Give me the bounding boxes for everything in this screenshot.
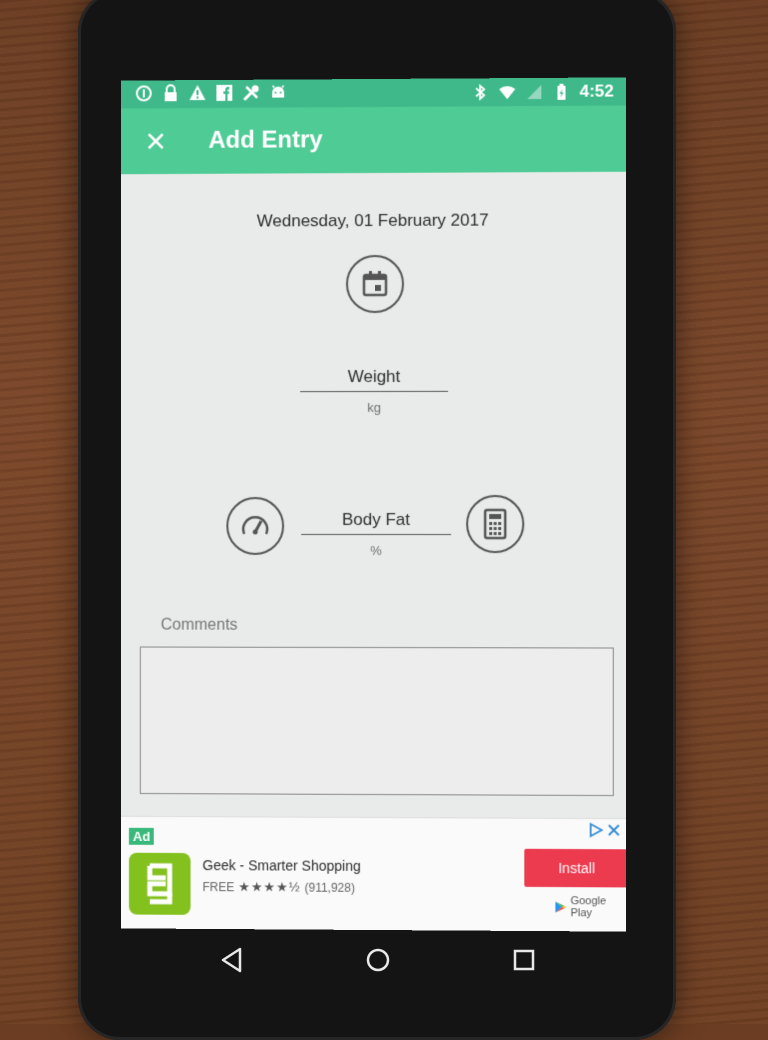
tools-icon xyxy=(243,85,260,102)
ad-controls xyxy=(588,822,622,838)
weight-field[interactable]: Weight kg xyxy=(300,366,449,416)
status-left-icons xyxy=(135,84,287,103)
back-icon[interactable] xyxy=(216,944,248,976)
bluetooth-icon xyxy=(474,83,485,101)
signal-icon xyxy=(527,84,542,100)
entry-date[interactable]: Wednesday, 01 February 2017 xyxy=(121,210,626,232)
gauge-icon xyxy=(238,509,272,543)
geek-logo-icon xyxy=(145,862,175,906)
phone-screen: 4:52 Add Entry Wednesday, 01 February 20… xyxy=(121,77,626,932)
ad-price: FREE xyxy=(202,880,235,895)
ad-rating-count: (911,928) xyxy=(304,880,355,895)
home-icon[interactable] xyxy=(362,944,394,976)
adchoices-icon[interactable] xyxy=(588,822,604,838)
comments-label: Comments xyxy=(160,616,238,634)
warning-icon xyxy=(190,85,206,101)
close-icon[interactable] xyxy=(141,126,171,156)
status-bar: 4:52 xyxy=(121,77,626,109)
ad-app-name[interactable]: Geek - Smarter Shopping xyxy=(202,857,360,874)
android-icon xyxy=(272,85,285,98)
calculator-icon xyxy=(481,508,509,540)
lock-icon xyxy=(165,84,178,102)
comments-textarea[interactable] xyxy=(139,646,614,797)
nav-bar xyxy=(100,930,660,1000)
calendar-button[interactable] xyxy=(346,254,405,314)
google-play-label: Google Play xyxy=(570,895,607,920)
body-fat-gauge-button[interactable] xyxy=(226,497,285,555)
weight-unit: kg xyxy=(367,399,381,416)
app-bar: Add Entry xyxy=(121,105,626,175)
facebook-icon xyxy=(216,85,233,102)
wifi-icon xyxy=(499,86,516,100)
ad-app-icon[interactable] xyxy=(128,852,191,915)
ad-close-icon[interactable] xyxy=(606,822,622,838)
status-time: 4:52 xyxy=(579,81,614,101)
battery-icon xyxy=(557,83,566,100)
status-right-icons: 4:52 xyxy=(471,81,614,102)
body-fat-field[interactable]: Body Fat % xyxy=(301,509,452,559)
recents-icon[interactable] xyxy=(508,944,540,976)
page-title: Add Entry xyxy=(208,126,323,154)
ad-stars: ★★★★½ xyxy=(238,879,301,895)
weight-input[interactable]: Weight xyxy=(300,366,449,393)
ad-banner[interactable]: Ad Geek - Smarter Shopping FREE ★★★★½ (9… xyxy=(121,815,626,932)
calculator-button[interactable] xyxy=(466,494,525,554)
ad-rating-row: FREE ★★★★½ (911,928) xyxy=(202,879,355,896)
google-play-icon xyxy=(555,901,567,913)
body-fat-input[interactable]: Body Fat xyxy=(301,509,452,536)
google-play-badge: Google Play xyxy=(554,895,625,920)
ad-badge: Ad xyxy=(128,827,155,845)
body-fat-unit: % xyxy=(370,542,382,559)
calendar-icon xyxy=(362,270,388,297)
info-icon xyxy=(136,85,153,102)
install-button[interactable]: Install xyxy=(524,848,626,888)
